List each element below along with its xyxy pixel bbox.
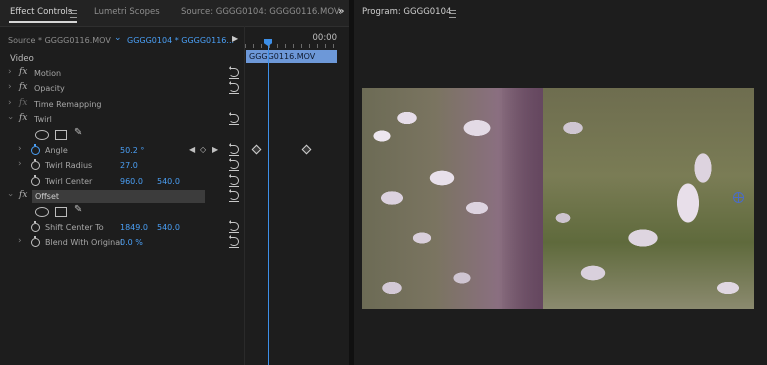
fx-icon[interactable]: fx: [19, 190, 27, 200]
rectangle-mask-icon[interactable]: [55, 207, 67, 217]
fx-icon[interactable]: fx: [19, 67, 27, 77]
next-keyframe-icon[interactable]: ▶: [212, 145, 218, 154]
effect-name: Time Remapping: [34, 100, 102, 109]
effect-controls-panel: Effect Controls Lumetri Scopes Source: G…: [0, 0, 349, 365]
panel-tab-bar: Effect Controls Lumetri Scopes Source: G…: [0, 0, 349, 27]
expand-chevron-icon[interactable]: ›: [18, 144, 22, 154]
keyframe-marker[interactable]: [301, 144, 312, 155]
program-monitor-title[interactable]: Program: GGGG0104: [362, 7, 451, 17]
rectangle-mask-icon[interactable]: [55, 130, 67, 140]
collapse-chevron-icon[interactable]: ›: [5, 193, 15, 197]
param-label: Blend With Original: [45, 238, 123, 247]
fx-icon[interactable]: fx: [19, 82, 27, 92]
play-only-audio-icon[interactable]: ▶: [232, 34, 238, 43]
param-label: Twirl Radius: [45, 161, 93, 170]
effect-name: Offset: [35, 192, 60, 201]
video-left-twirled-region: [362, 88, 543, 309]
collapse-chevron-icon[interactable]: ›: [5, 116, 15, 120]
pen-mask-icon[interactable]: ✎: [74, 204, 82, 215]
expand-chevron-icon[interactable]: ›: [8, 82, 12, 92]
fx-icon[interactable]: fx: [19, 113, 27, 123]
mini-timeline-ruler[interactable]: 00:00: [245, 30, 349, 50]
param-label: Twirl Center: [45, 177, 93, 186]
effect-name: Motion: [34, 69, 62, 78]
source-clip-bar: Source * GGGG0116.MOV ⌄ GGGG0104 * GGGG0…: [0, 30, 246, 48]
active-tab-underline: [9, 21, 77, 23]
timeline-timecode: 00:00: [312, 33, 338, 43]
panel-menu-icon[interactable]: [70, 10, 77, 18]
clip-selector[interactable]: GGGG0104 * GGGG0116...: [127, 36, 234, 45]
timeline-clip-bar[interactable]: GGGG0116.MOV: [246, 50, 337, 63]
param-row-shift-center: Shift Center To 1849.0 540.0: [0, 220, 244, 235]
panel-splitter[interactable]: [349, 0, 354, 365]
add-keyframe-icon[interactable]: ◇: [200, 145, 206, 154]
twirl-radius-value[interactable]: 27.0: [120, 161, 138, 170]
previous-keyframe-icon[interactable]: ◀: [189, 145, 195, 154]
reset-icon[interactable]: [229, 160, 239, 171]
reset-icon[interactable]: [229, 222, 239, 233]
effect-row-time-remapping[interactable]: › fx Time Remapping: [0, 97, 244, 112]
tab-lumetri-scopes[interactable]: Lumetri Scopes: [94, 7, 160, 17]
param-row-angle: › Angle 50.2 °: [0, 143, 244, 158]
effect-name: Twirl: [34, 115, 52, 124]
reset-icon[interactable]: [229, 114, 239, 125]
program-video-frame[interactable]: [362, 88, 754, 309]
video-section-label: Video: [10, 54, 34, 64]
tab-source[interactable]: Source: GGGG0104: GGGG0116.MOV:: [181, 7, 342, 17]
ellipse-mask-icon[interactable]: [35, 207, 49, 217]
reset-icon[interactable]: [229, 237, 239, 248]
reset-icon[interactable]: [229, 191, 239, 202]
shift-center-y-value[interactable]: 540.0: [157, 223, 180, 232]
twirl-center-y-value[interactable]: 540.0: [157, 177, 180, 186]
shift-center-x-value[interactable]: 1849.0: [120, 223, 148, 232]
source-label[interactable]: Source * GGGG0116.MOV: [8, 36, 111, 45]
expand-chevron-icon[interactable]: ›: [18, 159, 22, 169]
reset-icon[interactable]: [229, 68, 239, 79]
param-row-blend: › Blend With Original 0.0 %: [0, 235, 244, 250]
reset-icon[interactable]: [229, 145, 239, 156]
reset-icon[interactable]: [229, 176, 239, 187]
expand-chevron-icon[interactable]: ›: [8, 67, 12, 77]
program-menu-icon[interactable]: [449, 10, 456, 18]
angle-value[interactable]: 50.2 °: [120, 146, 144, 155]
video-right-offset-region: [543, 88, 754, 309]
param-row-twirl-center: Twirl Center 960.0 540.0: [0, 174, 244, 189]
effect-row-motion[interactable]: › fx Motion: [0, 66, 244, 81]
pen-mask-icon[interactable]: ✎: [74, 127, 82, 138]
effect-row-opacity[interactable]: › fx Opacity: [0, 81, 244, 96]
ellipse-mask-icon[interactable]: [35, 130, 49, 140]
expand-chevron-icon[interactable]: ›: [8, 98, 12, 108]
timeline-divider[interactable]: [244, 26, 245, 365]
tab-effect-controls[interactable]: Effect Controls: [10, 7, 72, 17]
effect-name: Opacity: [34, 84, 65, 93]
param-label: Angle: [45, 146, 68, 155]
ruler-ticks: [245, 44, 339, 48]
stopwatch-icon[interactable]: [31, 221, 40, 232]
effect-row-twirl[interactable]: › fx Twirl: [0, 112, 244, 127]
twirl-center-x-value[interactable]: 960.0: [120, 177, 143, 186]
param-row-twirl-radius: › Twirl Radius 27.0: [0, 158, 244, 173]
clip-name: GGGG0116.MOV: [249, 52, 316, 61]
playhead-line[interactable]: [268, 41, 269, 365]
effect-row-offset[interactable]: › fx Offset: [0, 189, 244, 204]
expand-chevron-icon[interactable]: ›: [18, 236, 22, 246]
blend-value[interactable]: 0.0 %: [120, 238, 143, 247]
stopwatch-icon[interactable]: [31, 236, 40, 247]
stopwatch-icon[interactable]: [31, 175, 40, 186]
stopwatch-icon[interactable]: [31, 159, 40, 170]
param-label: Shift Center To: [45, 223, 104, 232]
anchor-crosshair-icon[interactable]: [733, 192, 744, 203]
keyframe-marker[interactable]: [251, 144, 262, 155]
more-tabs-chevron-icon[interactable]: »: [338, 6, 344, 17]
fx-icon: fx: [19, 98, 28, 108]
clip-dropdown-chevron-icon[interactable]: ⌄: [114, 33, 122, 43]
reset-icon[interactable]: [229, 83, 239, 94]
stopwatch-icon[interactable]: [31, 144, 40, 155]
